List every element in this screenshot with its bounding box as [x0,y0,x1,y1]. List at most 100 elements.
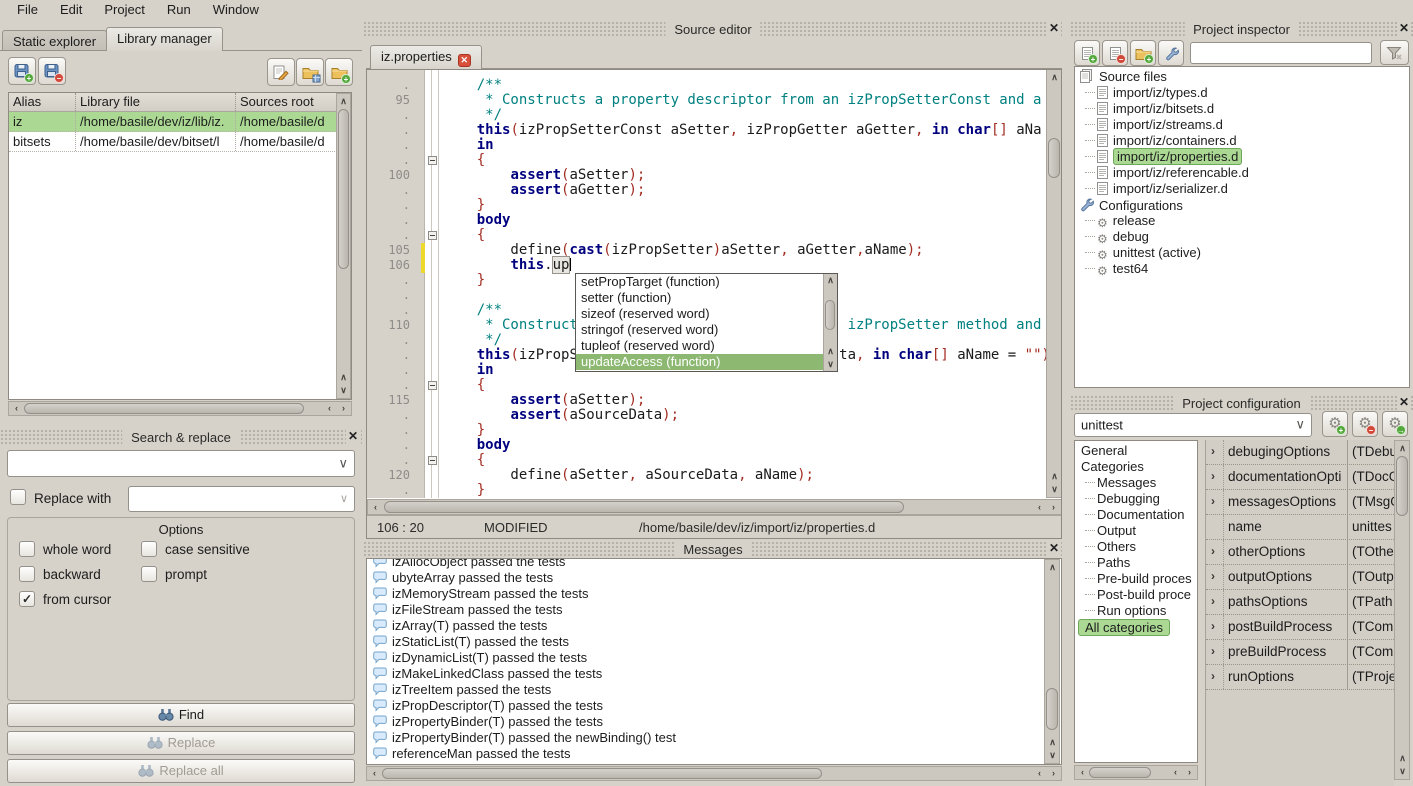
tree-item-import-iz-properties-d[interactable]: import/iz/properties.d [1075,149,1409,165]
property-row-postbuildprocess[interactable]: ›postBuildProcess(TCom [1206,615,1394,640]
close-icon[interactable]: ✕ [1047,21,1061,37]
checkbox-prompt[interactable] [141,566,157,582]
tree-item-source-files[interactable]: Source files [1075,69,1409,85]
tree-item-release[interactable]: ⚙release [1075,213,1409,229]
menu-item-edit[interactable]: Edit [49,0,93,19]
scroll-left-icon[interactable]: ‹ [369,501,382,514]
add-folder-button[interactable]: + [325,58,353,86]
scrollbar-thumb[interactable] [384,501,904,513]
all-categories-button[interactable]: All categories [1078,619,1170,636]
scroll-right-icon[interactable]: › [1047,501,1060,514]
tree-item-import-iz-serializer-d[interactable]: import/iz/serializer.d [1075,181,1409,197]
completion-item[interactable]: stringof (reserved word) [576,322,837,338]
scroll-left-icon[interactable]: ‹ [1076,766,1089,779]
property-row-debugingoptions[interactable]: ›debugingOptions(TDebu [1206,440,1394,465]
scroll-up-icon[interactable]: ∧ [1048,470,1061,483]
column-header-alias[interactable]: Alias [9,93,76,111]
property-value[interactable]: (TProje [1352,669,1394,684]
inspector-filter-input[interactable] [1190,42,1372,64]
property-value[interactable]: unittes [1352,519,1394,534]
scrollbar-thumb[interactable] [1396,456,1408,516]
tree-item-import-iz-streams-d[interactable]: import/iz/streams.d [1075,117,1409,133]
column-header-sources-root[interactable]: Sources root [236,93,351,111]
message-item[interactable]: izStaticList(T) passed the tests [373,634,1061,650]
scroll-down-icon[interactable]: ∨ [824,358,837,371]
scroll-up-icon[interactable]: ∧ [337,371,350,384]
scan-folder-button[interactable] [296,58,324,86]
expand-icon[interactable]: › [1211,494,1215,508]
add-config-button[interactable]: ⚙+ [1322,411,1348,437]
completion-item[interactable]: tupleof (reserved word) [576,338,837,354]
close-icon[interactable]: ✕ [1397,395,1411,411]
replace-with-checkbox[interactable] [10,489,26,505]
property-row-runoptions[interactable]: ›runOptions(TProje [1206,665,1394,690]
message-item[interactable]: izPropDescriptor(T) passed the tests [373,698,1061,714]
scroll-right-icon[interactable]: › [1183,766,1196,779]
scroll-up-icon[interactable]: ∧ [824,345,837,358]
filter-button[interactable] [1380,40,1409,65]
scroll-up-icon[interactable]: ∧ [1396,442,1409,455]
completion-item[interactable]: sizeof (reserved word) [576,306,837,322]
messages-hscrollbar[interactable]: ‹ ‹ › [366,766,1062,781]
add-source-folder-button[interactable]: + [1130,40,1156,66]
menu-item-window[interactable]: Window [202,0,270,19]
message-item[interactable]: izPropertyBinder(T) passed the tests [373,714,1061,730]
fold-collapse-icon[interactable] [428,381,437,390]
scrollbar-thumb[interactable] [1046,688,1058,730]
category-documentation[interactable]: Documentation [1075,507,1197,523]
message-item[interactable]: ubyteArray passed the tests [373,570,1061,586]
edit-library-button[interactable] [267,58,295,86]
message-item[interactable]: izArray(T) passed the tests [373,618,1061,634]
property-value[interactable]: (TOthe [1352,544,1394,559]
table-row[interactable]: iz/home/basile/dev/iz/lib/iz./home/basil… [9,112,351,132]
expand-icon[interactable]: › [1211,444,1215,458]
library-table-vscrollbar[interactable]: ∧ ∧ ∨ [336,93,351,399]
categories-hscrollbar[interactable]: ‹ ‹ › [1074,765,1198,780]
add-source-button[interactable]: + [1074,40,1100,66]
property-value[interactable]: (TCom [1352,619,1394,634]
category-categories[interactable]: Categories [1075,459,1197,475]
find-button[interactable]: Find [7,703,355,727]
expand-icon[interactable]: › [1211,469,1215,483]
column-header-library-file[interactable]: Library file [76,93,236,111]
replace-input[interactable]: ∨ [128,486,355,512]
editor-hscrollbar[interactable]: ‹ ‹ › [367,499,1062,515]
tree-item-import-iz-bitsets-d[interactable]: import/iz/bitsets.d [1075,101,1409,117]
menu-item-project[interactable]: Project [93,0,155,19]
tree-item-test64[interactable]: ⚙test64 [1075,261,1409,277]
scrollbar-thumb[interactable] [382,768,822,779]
scroll-left-icon[interactable]: ‹ [323,402,336,415]
scrollbar-thumb[interactable] [338,109,349,269]
category-messages[interactable]: Messages [1075,475,1197,491]
scroll-down-icon[interactable]: ∨ [337,384,350,397]
tab-library-manager[interactable]: Library manager [106,27,223,51]
remove-source-button[interactable]: − [1102,40,1128,66]
property-row-pathsoptions[interactable]: ›pathsOptions(TPath [1206,590,1394,615]
checkbox-case-sensitive[interactable] [141,541,157,557]
scrollbar-thumb[interactable] [24,403,304,414]
expand-icon[interactable]: › [1211,569,1215,583]
message-item[interactable]: izAllocObject passed the tests [373,558,1061,570]
property-value[interactable]: (TMsgO [1352,494,1394,509]
expand-icon[interactable]: › [1211,619,1215,633]
scroll-down-icon[interactable]: ∨ [1396,765,1409,778]
category-debugging[interactable]: Debugging [1075,491,1197,507]
close-tab-icon[interactable]: ✕ [458,54,471,67]
scroll-down-icon[interactable]: ∨ [1046,749,1059,762]
fold-collapse-icon[interactable] [428,231,437,240]
category-general[interactable]: General [1075,443,1197,459]
message-item[interactable]: izFileStream passed the tests [373,602,1061,618]
close-icon[interactable]: ✕ [1047,541,1061,557]
expand-icon[interactable]: › [1211,544,1215,558]
chevron-down-icon[interactable]: ∨ [1295,416,1305,432]
category-paths[interactable]: Paths [1075,555,1197,571]
completion-scrollbar[interactable]: ∧ ∧ ∨ [823,274,837,371]
scroll-down-icon[interactable]: ∨ [1048,483,1061,496]
scroll-right-icon[interactable]: › [1047,767,1060,780]
library-table-hscrollbar[interactable]: ‹ ‹ › [8,401,352,416]
scroll-left-icon[interactable]: ‹ [368,767,381,780]
message-item[interactable]: izDynamicList(T) passed the tests [373,650,1061,666]
property-row-outputoptions[interactable]: ›outputOptions(TOutp [1206,565,1394,590]
remove-config-button[interactable]: ⚙− [1352,411,1378,437]
editor-vscrollbar[interactable]: ∧ ∧ ∨ [1046,70,1062,498]
